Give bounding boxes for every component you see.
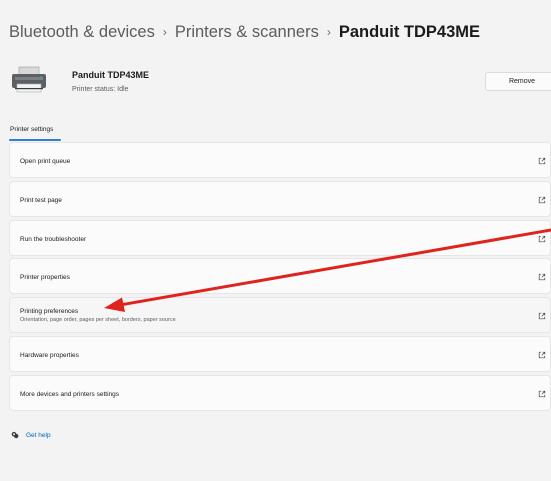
setting-label: Run the troubleshooter <box>20 236 87 243</box>
tab-printer-settings[interactable]: Printer settings <box>10 126 53 133</box>
get-help-link[interactable]: Get help <box>11 431 51 439</box>
breadcrumb-separator: › <box>162 24 167 39</box>
external-link-icon <box>538 273 546 281</box>
external-link-icon <box>538 196 546 204</box>
setting-description: Orientation, page order, pages per sheet… <box>20 317 176 323</box>
printer-header: Panduit TDP43ME Printer status: Idle Rem… <box>11 60 551 100</box>
remove-button[interactable]: Remove <box>485 72 551 91</box>
setting-open-print-queue[interactable]: Open print queue <box>9 142 551 178</box>
setting-label: Hardware properties <box>20 352 79 359</box>
setting-more-devices-printers[interactable]: More devices and printers settings <box>9 375 551 411</box>
setting-printing-preferences[interactable]: Printing preferences Orientation, page o… <box>9 297 551 333</box>
breadcrumb-bluetooth-devices[interactable]: Bluetooth & devices <box>9 23 155 42</box>
external-link-icon <box>538 312 546 320</box>
get-help-label: Get help <box>26 431 51 439</box>
external-link-icon <box>538 235 546 243</box>
setting-label: Printing preferences <box>20 308 79 315</box>
setting-label: Print test page <box>20 197 62 204</box>
external-link-icon <box>538 390 546 398</box>
setting-label: Open print queue <box>20 158 71 165</box>
external-link-icon <box>538 351 546 359</box>
printer-icon <box>12 66 46 93</box>
breadcrumb: Bluetooth & devices › Printers & scanner… <box>9 23 480 42</box>
setting-label: More devices and printers settings <box>20 391 119 398</box>
tab-underline <box>9 139 61 141</box>
breadcrumb-printers-scanners[interactable]: Printers & scanners <box>175 23 319 42</box>
setting-label: Printer properties <box>20 274 70 281</box>
help-icon <box>11 431 19 439</box>
printer-status: Printer status: Idle <box>72 86 129 93</box>
setting-run-troubleshooter[interactable]: Run the troubleshooter <box>9 220 551 256</box>
setting-printer-properties[interactable]: Printer properties <box>9 258 551 294</box>
printer-name: Panduit TDP43ME <box>72 70 150 80</box>
external-link-icon <box>538 157 546 165</box>
breadcrumb-separator: › <box>326 24 331 39</box>
page-title: Panduit TDP43ME <box>338 23 481 41</box>
setting-print-test-page[interactable]: Print test page <box>9 181 551 217</box>
setting-hardware-properties[interactable]: Hardware properties <box>9 336 551 372</box>
